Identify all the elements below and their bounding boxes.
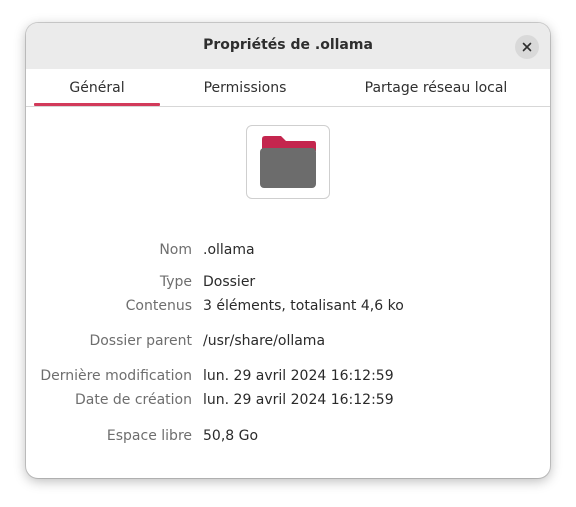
- created-value: lun. 29 avril 2024 16:12:59: [203, 392, 394, 408]
- tab-permissions[interactable]: Permissions: [176, 69, 314, 106]
- created-label: Date de création: [74, 392, 192, 408]
- dialog-title: Propriétés de .ollama: [203, 37, 373, 53]
- header-bar: Propriétés de .ollama: [26, 23, 550, 69]
- contents-value: 3 éléments, totalisant 4,6 ko: [203, 298, 404, 314]
- type-value: Dossier: [203, 274, 256, 290]
- tab-general[interactable]: Général: [34, 69, 160, 106]
- close-button[interactable]: [515, 35, 539, 59]
- name-label: Nom: [159, 242, 192, 258]
- folder-icon: [260, 136, 316, 188]
- tab-bar: Général Permissions Partage réseau local: [26, 69, 550, 107]
- free-space-value: 50,8 Go: [203, 428, 259, 444]
- free-space-label: Espace libre: [106, 428, 192, 444]
- name-value[interactable]: .ollama: [203, 242, 255, 258]
- modified-label: Dernière modification: [40, 368, 192, 384]
- tab-local-network-share[interactable]: Partage réseau local: [344, 69, 528, 106]
- modified-value: lun. 29 avril 2024 16:12:59: [203, 368, 394, 384]
- contents-label: Contenus: [125, 298, 192, 314]
- properties-dialog: Propriétés de .ollama Général Permission…: [26, 23, 550, 478]
- parent-folder-label: Dossier parent: [89, 333, 192, 349]
- folder-icon-button[interactable]: [246, 125, 330, 199]
- parent-folder-value[interactable]: /usr/share/ollama: [203, 333, 325, 349]
- general-panel: Nom .ollama Type Dossier Contenus 3 élém…: [26, 107, 550, 478]
- type-label: Type: [159, 274, 192, 290]
- close-icon: [522, 42, 532, 52]
- selected-tab-indicator: [34, 103, 160, 106]
